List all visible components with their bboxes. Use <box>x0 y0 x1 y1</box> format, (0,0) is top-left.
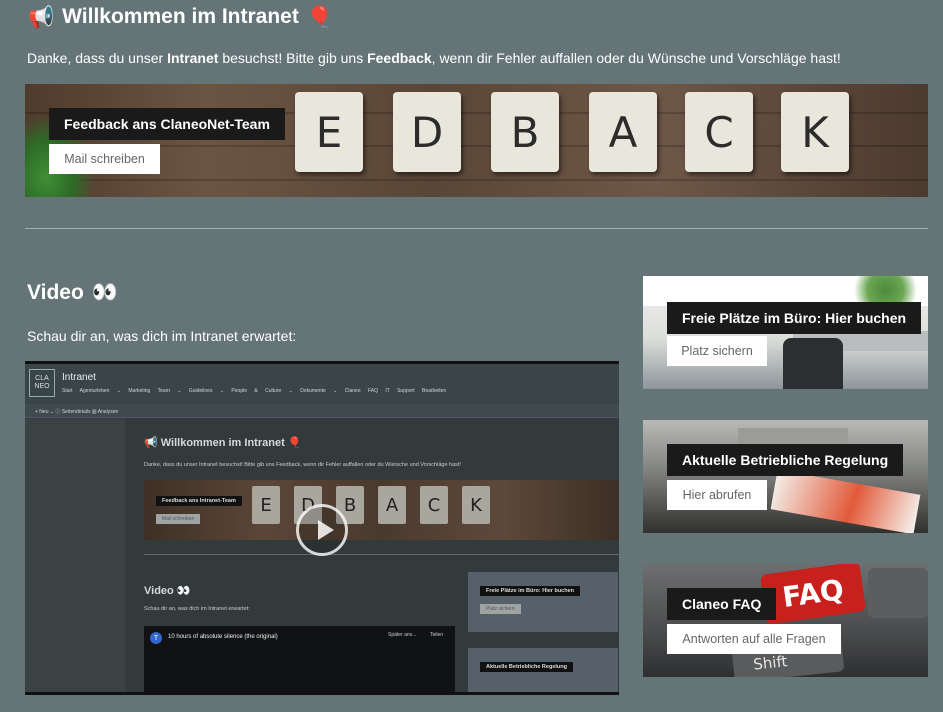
platz-sichern-button[interactable]: Platz sichern <box>667 336 767 366</box>
letter-tile: C <box>685 92 753 172</box>
card-caption: Aktuelle Betriebliche Regelung <box>667 444 904 476</box>
preview-letter-tile: C <box>420 486 448 524</box>
preview-suitebar: CLA NEO Intranet Start Agenturleben ⌄ Ma… <box>25 364 619 404</box>
card-claneo-faq[interactable]: FAQ Shift Claneo FAQ Antworten auf alle … <box>643 564 928 677</box>
logo-text: CLA NEO <box>34 375 50 390</box>
megaphone-icon: 📢 <box>28 4 55 29</box>
preview-channel-avatar: T <box>150 632 162 644</box>
preview-nav: Start Agenturleben ⌄ Marketing Team ⌄ Gu… <box>62 388 447 394</box>
preview-page: 📢 Willkommen im Intranet 🎈 Danke, dass d… <box>144 434 619 692</box>
preview-sidebar <box>25 419 125 692</box>
intro-part: Danke, dass du unser <box>27 50 168 66</box>
section-divider <box>25 228 928 229</box>
preview-watch-later: Später ans... <box>388 632 417 638</box>
video-heading: Video 👀 <box>27 280 118 305</box>
preview-card-button: Platz sichern <box>480 604 521 614</box>
preview-share: Teilen <box>430 632 444 638</box>
eyes-icon: 👀 <box>91 280 118 304</box>
balloon-icon: 🎈 <box>306 4 333 29</box>
chair-decoration <box>783 338 843 389</box>
letter-tile: K <box>781 92 849 172</box>
letter-tile: B <box>491 92 559 172</box>
preview-video-subtitle: Schau dir an, was dich im Intranet erwar… <box>144 606 250 612</box>
card-betriebliche-regelung[interactable]: Aktuelle Betriebliche Regelung Hier abru… <box>643 420 928 533</box>
intro-bold-intranet: Intranet <box>167 50 219 66</box>
feedback-caption: Feedback ans ClaneoNet-Team <box>49 108 285 140</box>
preview-letter-tile: K <box>462 486 490 524</box>
preview-card-caption: Freie Plätze im Büro: Hier buchen <box>480 586 581 596</box>
preview-letter-tile: E <box>252 486 280 524</box>
play-icon[interactable] <box>296 504 348 556</box>
page-title: 📢 Willkommen im Intranet 🎈 <box>28 2 333 32</box>
preview-app-title: Intranet <box>62 372 96 383</box>
letter-tile: A <box>589 92 657 172</box>
key-decoration <box>868 568 928 618</box>
card-caption: Freie Plätze im Büro: Hier buchen <box>667 302 922 334</box>
card-freie-plaetze[interactable]: Freie Plätze im Büro: Hier buchen Platz … <box>643 276 928 389</box>
feedback-banner[interactable]: E D B A C K Feedback ans ClaneoNet-Team … <box>25 84 928 197</box>
intro-text: Danke, dass du unser Intranet besuchst! … <box>27 50 841 66</box>
preview-youtube-title: 10 hours of absolute silence (the origin… <box>168 634 278 640</box>
preview-banner: E D B A C K Feedback ans Intranet-Team M… <box>144 480 619 540</box>
letter-tile: D <box>393 92 461 172</box>
preview-youtube-embed: T 10 hours of absolute silence (the orig… <box>144 626 455 692</box>
plant-decoration <box>843 276 928 304</box>
preview-card-caption: Aktuelle Betriebliche Regelung <box>480 662 573 672</box>
preview-banner-button: Mail schreiben <box>156 514 201 524</box>
preview-video-title: Video 👀 <box>144 585 191 597</box>
intro-bold-feedback: Feedback <box>367 50 432 66</box>
mail-schreiben-button[interactable]: Mail schreiben <box>49 144 160 174</box>
video-subtitle: Schau dir an, was dich im Intranet erwar… <box>27 328 297 344</box>
video-player[interactable]: CLA NEO Intranet Start Agenturleben ⌄ Ma… <box>25 361 619 695</box>
preview-intro: Danke, dass du unser Intranet besuchst! … <box>144 462 461 468</box>
preview-card: Freie Plätze im Büro: Hier buchen Platz … <box>468 572 618 632</box>
claneo-logo: CLA NEO <box>29 369 55 397</box>
letter-tile: E <box>295 92 363 172</box>
preview-banner-caption: Feedback ans Intranet-Team <box>156 496 242 506</box>
preview-card: Aktuelle Betriebliche Regelung <box>468 648 618 692</box>
page-title-text: Willkommen im Intranet <box>62 5 299 28</box>
preview-divider <box>144 554 619 555</box>
preview-command-bar: + Neu ⌄ ⓘ Seitendetails ▥ Analysen <box>25 404 619 418</box>
card-caption: Claneo FAQ <box>667 588 777 620</box>
preview-letter-tile: A <box>378 486 406 524</box>
preview-heading: 📢 Willkommen im Intranet 🎈 <box>144 437 302 449</box>
intro-part: besuchst! Bitte gib uns <box>218 50 368 66</box>
hier-abrufen-button[interactable]: Hier abrufen <box>667 480 767 510</box>
intro-part: , wenn dir Fehler auffallen oder du Wüns… <box>431 50 841 66</box>
antworten-button[interactable]: Antworten auf alle Fragen <box>667 624 841 654</box>
brochure-decoration <box>770 469 921 533</box>
wood-grain <box>25 179 928 181</box>
video-heading-text: Video <box>27 280 84 304</box>
